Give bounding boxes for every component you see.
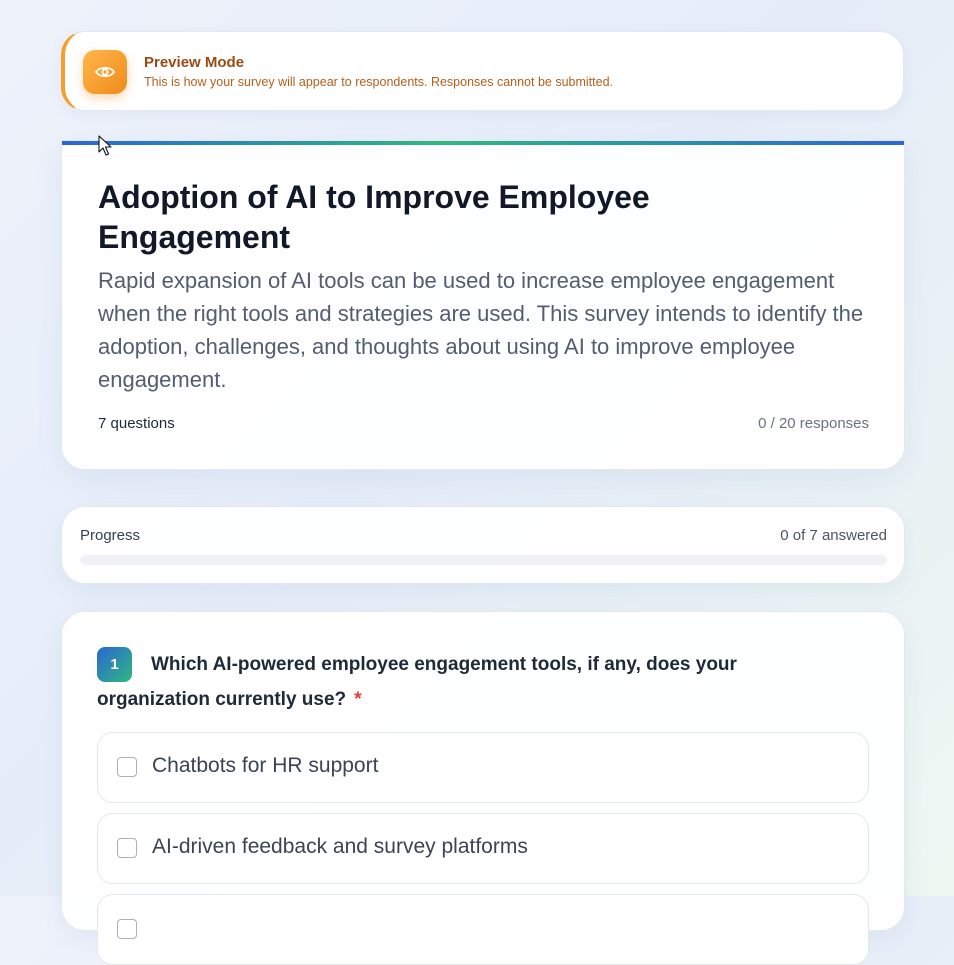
option-label: Chatbots for HR support bbox=[152, 754, 379, 777]
survey-header-card: Adoption of AI to Improve Employee Engag… bbox=[61, 140, 905, 470]
question-text: Which AI-powered employee engagement too… bbox=[97, 647, 817, 717]
question-card-1: 1 Which AI-powered employee engagement t… bbox=[61, 611, 905, 965]
question-label: Which AI-powered employee engagement too… bbox=[97, 654, 737, 710]
checkbox[interactable] bbox=[117, 919, 137, 939]
option-3[interactable] bbox=[97, 894, 869, 965]
survey-description: Rapid expansion of AI tools can be used … bbox=[98, 268, 864, 392]
progress-label: Progress bbox=[80, 527, 141, 544]
progress-bar bbox=[80, 555, 887, 565]
progress-card: Progress 0 of 7 answered bbox=[61, 506, 905, 584]
option-ai-feedback-platforms[interactable]: AI-driven feedback and survey platforms bbox=[97, 813, 869, 884]
preview-mode-banner: Preview Mode This is how your survey wil… bbox=[61, 31, 904, 111]
response-count: 0 / 20 responses bbox=[758, 415, 869, 432]
banner-title: Preview Mode bbox=[144, 54, 245, 71]
eye-icon bbox=[83, 50, 127, 94]
option-label: AI-driven feedback and survey platforms bbox=[152, 835, 528, 858]
progress-count: 0 of 7 answered bbox=[780, 527, 887, 544]
question-count: 7 questions bbox=[98, 415, 175, 432]
accent-bar bbox=[62, 141, 904, 145]
option-chatbots-hr[interactable]: Chatbots for HR support bbox=[97, 732, 869, 803]
banner-message: This is how your survey will appear to r… bbox=[144, 75, 613, 89]
checkbox[interactable] bbox=[117, 838, 137, 858]
required-marker: * bbox=[354, 689, 362, 710]
checkbox[interactable] bbox=[117, 757, 137, 777]
survey-title: Adoption of AI to Improve Employee Engag… bbox=[98, 179, 650, 255]
